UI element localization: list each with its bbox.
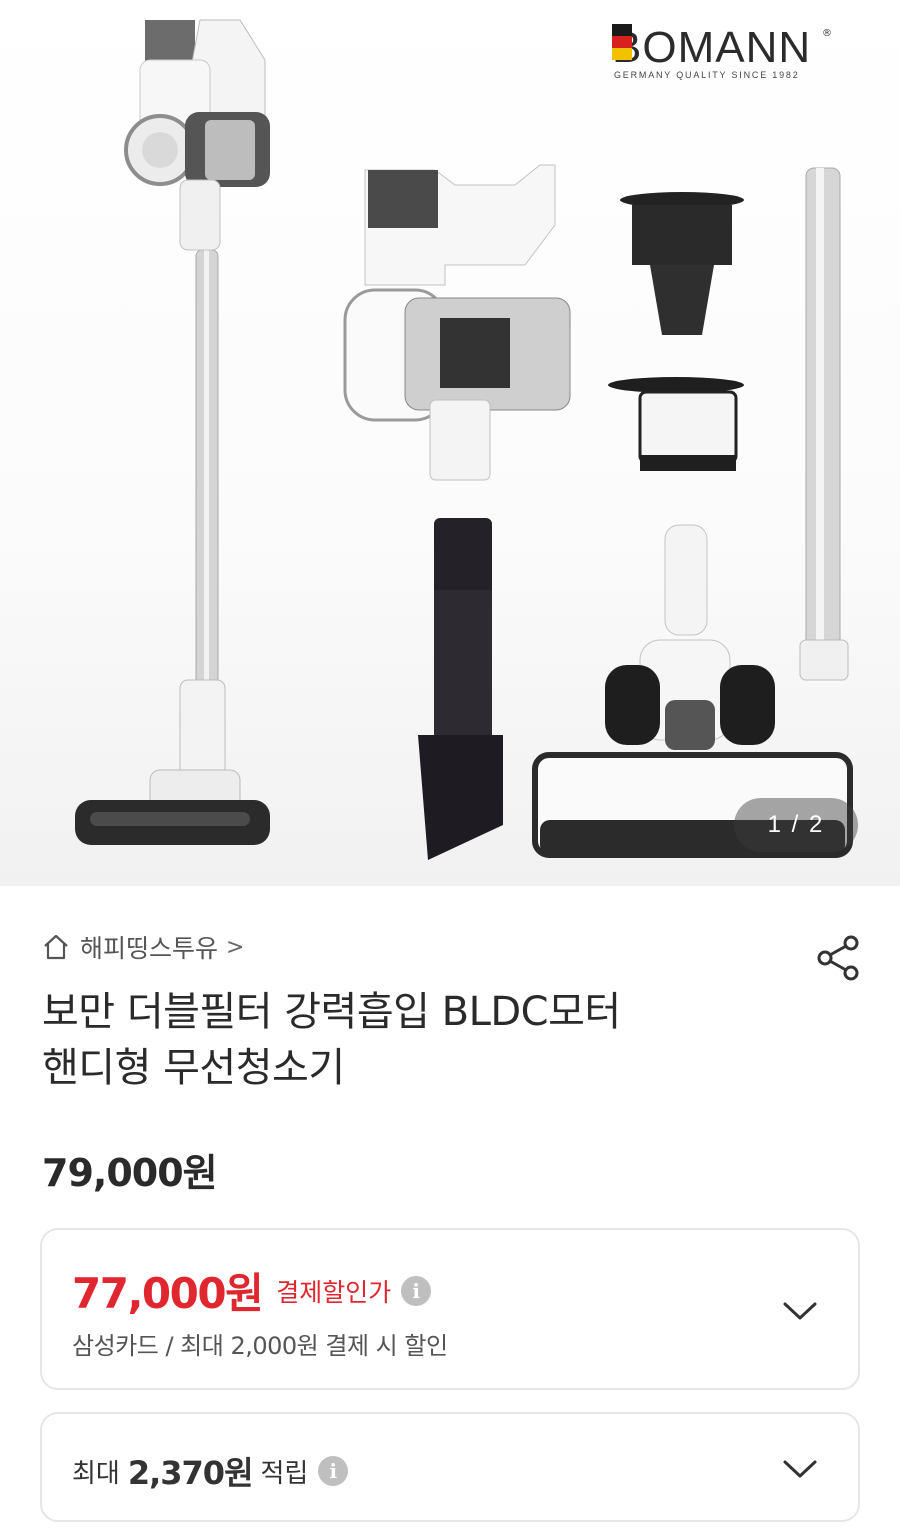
brand-tagline: GERMANY QUALITY SINCE 1982 xyxy=(614,70,800,80)
product-title: 보만 더블필터 강력흡입 BLDC모터 핸디형 무선청소기 xyxy=(42,984,782,1096)
store-link[interactable]: 해피띵스투유 > xyxy=(42,930,244,964)
discount-label: 결제할인가 xyxy=(276,1277,392,1307)
product-photo xyxy=(75,19,853,860)
brand-name: BOMANN xyxy=(612,23,812,72)
payment-discount-card[interactable]: 77,000원 결제할인가 i 삼성카드 / 최대 2,000원 결제 시 할인 xyxy=(40,1228,860,1390)
chevron-down-icon[interactable] xyxy=(782,1300,818,1322)
brand-logo: BOMANN ® GERMANY QUALITY SINCE 1982 xyxy=(612,24,872,88)
store-arrow: > xyxy=(226,934,245,960)
points-prefix: 최대 xyxy=(72,1458,120,1489)
product-title-line2: 핸디형 무선청소기 xyxy=(42,1045,345,1091)
points-amount: 2,370원 xyxy=(127,1454,254,1492)
points-card[interactable]: 최대 2,370원 적립 i xyxy=(40,1412,860,1522)
crevice-tool-illustration xyxy=(418,518,503,860)
info-icon[interactable]: i xyxy=(401,1275,432,1306)
discount-price: 77,000원 xyxy=(72,1269,264,1318)
extension-tube-illustration xyxy=(799,167,849,681)
product-image-gallery[interactable]: BOMANN ® GERMANY QUALITY SINCE 1982 1 / … xyxy=(0,0,900,886)
filter-illustration xyxy=(608,192,744,471)
points-suffix: 적립 xyxy=(260,1458,309,1489)
discount-price-row: 77,000원 결제할인가 i xyxy=(72,1260,432,1321)
image-counter: 1 / 2 xyxy=(734,798,858,852)
product-price: 79,000원 xyxy=(42,1151,218,1195)
brand-registered-mark: ® xyxy=(822,28,832,39)
info-icon[interactable]: i xyxy=(318,1456,349,1486)
store-name: 해피띵스투유 xyxy=(80,934,219,963)
share-icon[interactable] xyxy=(814,934,864,982)
handheld-unit-illustration xyxy=(343,164,571,481)
discount-description: 삼성카드 / 최대 2,000원 결제 시 할인 xyxy=(72,1332,448,1360)
product-title-line1: 보만 더블필터 강력흡입 BLDC모터 xyxy=(42,989,621,1035)
points-row: 최대 2,370원 적립 i xyxy=(72,1448,349,1494)
stick-vacuum-illustration xyxy=(75,19,270,845)
home-icon xyxy=(44,934,68,960)
german-flag-icon xyxy=(612,24,632,60)
chevron-down-icon[interactable] xyxy=(782,1458,818,1480)
